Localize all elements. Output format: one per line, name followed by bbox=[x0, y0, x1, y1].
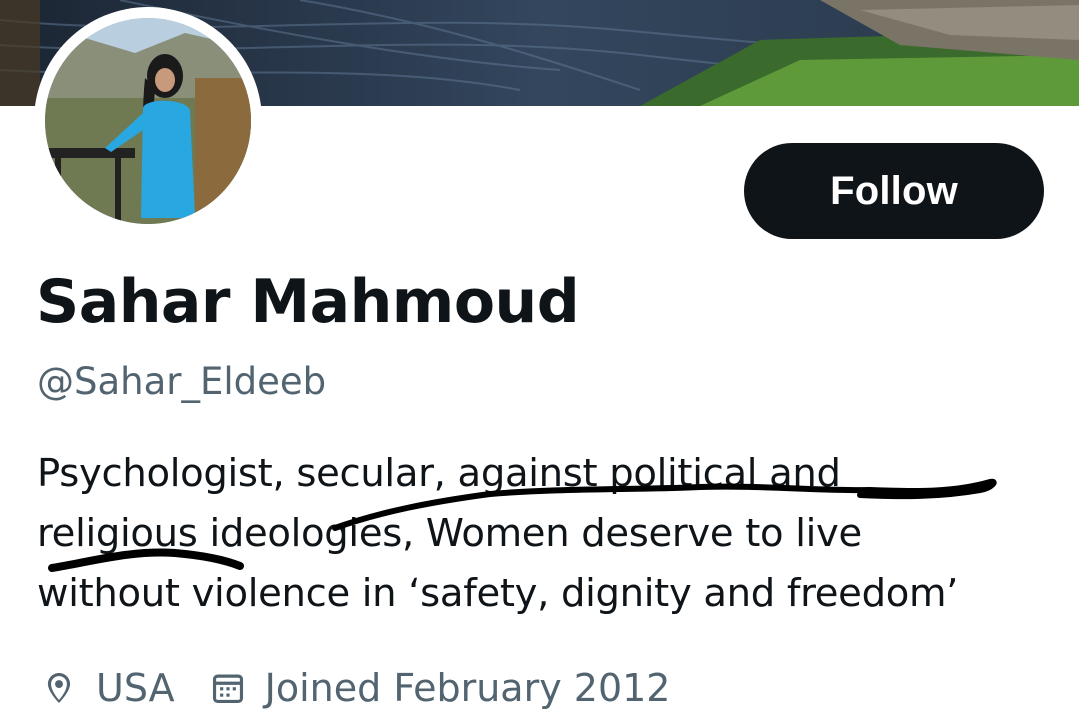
location-item: USA bbox=[40, 666, 175, 710]
calendar-icon bbox=[209, 669, 247, 707]
location-pin-icon bbox=[40, 669, 78, 707]
display-name: Sahar Mahmoud bbox=[36, 267, 580, 337]
avatar-photo bbox=[45, 18, 251, 224]
profile-bio: Psychologist, secular, against political… bbox=[37, 451, 959, 616]
joined-item: Joined February 2012 bbox=[209, 666, 671, 710]
follow-button[interactable]: Follow bbox=[744, 143, 1044, 239]
profile-handle: @Sahar_Eldeeb bbox=[37, 360, 327, 403]
joined-date-text: Joined February 2012 bbox=[264, 666, 671, 710]
profile-meta-row: USA Joined February 2012 bbox=[40, 662, 671, 714]
location-text: USA bbox=[96, 666, 175, 710]
avatar[interactable] bbox=[45, 18, 251, 224]
